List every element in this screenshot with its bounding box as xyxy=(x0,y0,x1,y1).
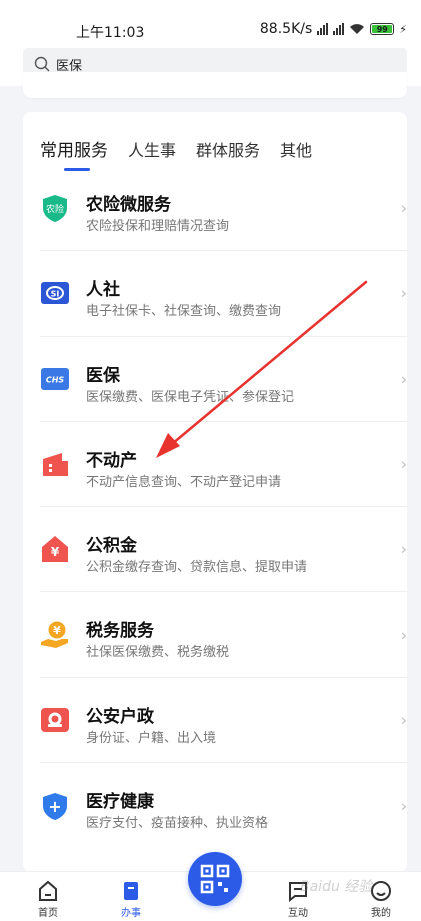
service-item-medical-insurance[interactable]: CHS 医保 医保缴费、医保电子凭证、参保登记 › xyxy=(40,337,407,422)
service-subtitle: 公积金缴存查询、贷款信息、提取申请 xyxy=(86,560,308,576)
previous-section-card xyxy=(23,72,407,98)
network-speed: 88.5K/s xyxy=(259,21,313,37)
services-card: 常用服务 人生事 群体服务 其他 农险 农险微服务 农险投保和理赔情况查询 › … xyxy=(23,112,407,872)
police-badge-icon xyxy=(40,705,70,735)
watermark-text: Baidu 经验 xyxy=(300,879,373,895)
service-title: 人社 xyxy=(86,280,120,301)
chevron-right-icon: › xyxy=(400,369,407,389)
search-icon xyxy=(34,56,50,72)
qr-scan-button[interactable] xyxy=(188,852,242,906)
battery-level: 99 xyxy=(376,24,388,34)
service-subtitle: 不动产信息查询、不动产登记申请 xyxy=(86,474,282,490)
wifi-icon xyxy=(350,24,365,34)
service-title: 公积金 xyxy=(86,536,137,557)
service-subtitle: 医疗支付、疫苗接种、执业资格 xyxy=(86,816,269,832)
chevron-right-icon: › xyxy=(400,710,407,730)
chs-card-icon-text: CHS xyxy=(46,375,65,384)
shield-farm-icon: 农险 xyxy=(40,193,70,223)
service-item-farm-insurance[interactable]: 农险 农险微服务 农险投保和理赔情况查询 › xyxy=(40,166,407,252)
profile-icon xyxy=(371,881,391,901)
search-input[interactable] xyxy=(56,56,376,72)
status-time: 上午11:03 xyxy=(76,25,145,41)
social-security-icon: SI xyxy=(40,278,70,308)
status-bar: 上午11:03 88.5K/s 99 ⚡ xyxy=(0,0,421,44)
chevron-right-icon: › xyxy=(400,539,407,559)
home-icon xyxy=(39,880,57,901)
social-security-icon-text: SI xyxy=(51,290,60,299)
chevron-right-icon: › xyxy=(400,454,407,474)
service-item-social-security[interactable]: SI 人社 电子社保卡、社保查询、缴费查询 › xyxy=(40,251,407,337)
service-subtitle: 农险投保和理赔情况查询 xyxy=(86,219,230,234)
status-icons: 88.5K/s 99 ⚡ xyxy=(260,21,407,37)
service-item-housing-fund[interactable]: ¥ 公积金 公积金缴存查询、贷款信息、提取申请 › xyxy=(40,507,407,593)
service-title: 医保 xyxy=(86,365,120,386)
service-subtitle: 医保缴费、医保电子凭证、参保登记 xyxy=(86,389,295,405)
charging-icon: ⚡ xyxy=(399,22,407,36)
service-title: 公安户政 xyxy=(86,706,154,727)
chevron-right-icon: › xyxy=(400,625,407,645)
chevron-right-icon: › xyxy=(400,283,407,303)
signal-icon xyxy=(317,23,329,35)
service-title: 不动产 xyxy=(86,450,137,471)
service-subtitle: 身份证、户籍、出入境 xyxy=(86,730,217,746)
qr-scan-icon xyxy=(200,864,230,894)
service-subtitle: 电子社保卡、社保查询、缴费查询 xyxy=(86,304,282,320)
nav-home[interactable]: 首页 xyxy=(18,880,78,919)
nav-profile-label: 我的 xyxy=(371,908,391,919)
service-title: 税务服务 xyxy=(86,621,154,642)
service-subtitle: 社保医保缴费、税务缴税 xyxy=(86,645,230,661)
service-title: 农险微服务 xyxy=(86,195,171,215)
service-item-police[interactable]: 公安户政 身份证、户籍、出入境 › xyxy=(40,678,407,764)
bottom-nav: 首页 办事 互动 我的 Baidu 经验 xyxy=(0,852,421,921)
nav-tasks-label: 办事 xyxy=(121,908,141,919)
nav-interaction-label: 互动 xyxy=(288,908,308,919)
chs-card-icon: CHS xyxy=(40,364,70,394)
tax-coin-icon-text: ¥ xyxy=(53,624,61,637)
tax-coin-icon: ¥ xyxy=(40,620,70,650)
service-item-tax[interactable]: ¥ 税务服务 社保医保缴费、税务缴税 › xyxy=(40,592,407,678)
medical-cross-icon-text: + xyxy=(48,797,61,816)
nav-home-label: 首页 xyxy=(38,908,58,919)
nav-tasks[interactable]: 办事 xyxy=(101,880,161,919)
battery-icon: 99 xyxy=(370,23,395,35)
service-item-real-estate[interactable]: 不动产 不动产信息查询、不动产登记申请 › xyxy=(40,422,407,508)
shield-farm-icon-text: 农险 xyxy=(46,203,64,215)
service-title: 医疗健康 xyxy=(86,792,154,813)
medical-cross-icon: + xyxy=(40,791,70,821)
chevron-right-icon: › xyxy=(400,796,407,816)
service-item-healthcare[interactable]: + 医疗健康 医疗支付、疫苗接种、执业资格 › xyxy=(40,763,407,848)
task-icon xyxy=(124,882,138,900)
service-list: 农险 农险微服务 农险投保和理赔情况查询 › SI 人社 电子社保卡、社保查询、… xyxy=(40,166,407,848)
chevron-right-icon: › xyxy=(400,198,407,218)
house-fund-icon: ¥ xyxy=(40,534,70,564)
signal-2-icon xyxy=(333,23,345,35)
house-fund-icon-text: ¥ xyxy=(51,545,60,559)
building-icon xyxy=(40,449,70,479)
